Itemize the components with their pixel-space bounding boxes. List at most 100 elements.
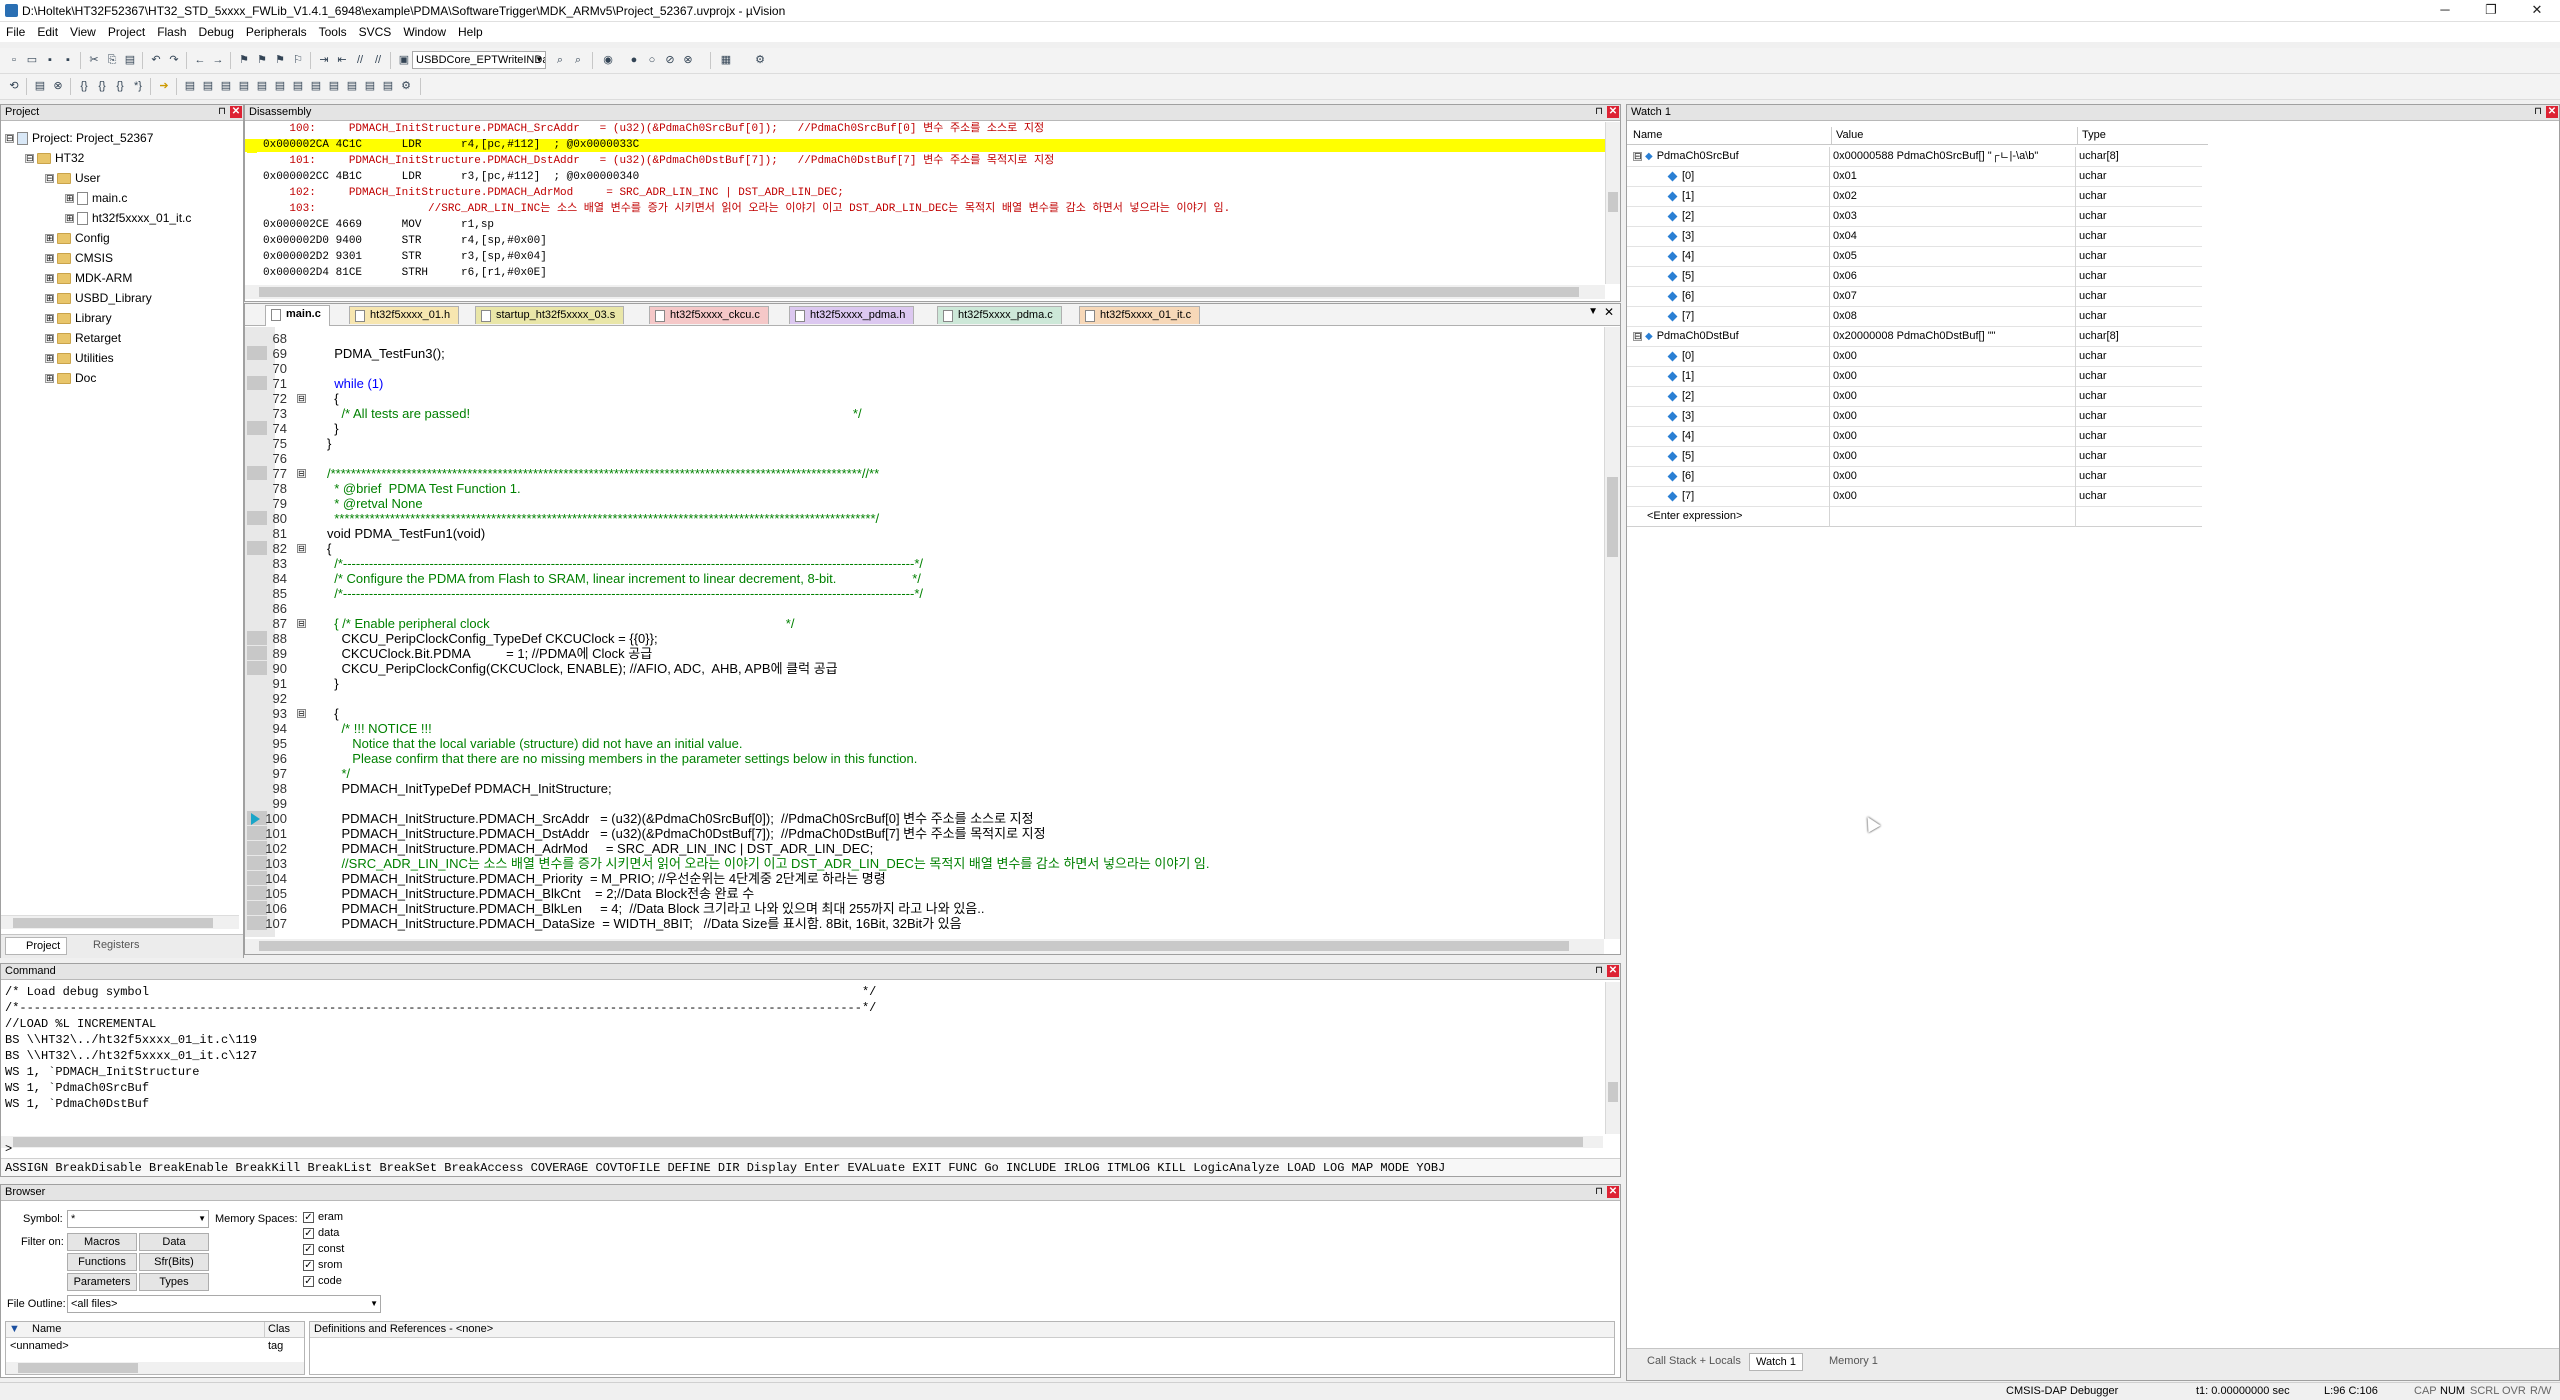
watch-enter-expression-row[interactable]: <Enter expression> <box>1627 507 2202 527</box>
tree-item[interactable]: ⊟ HT32 <box>25 149 84 167</box>
cut-icon[interactable]: ✂ <box>86 52 102 68</box>
disassembly-window-icon[interactable]: ▤ <box>200 78 216 94</box>
watch-value[interactable]: 0x00 <box>1833 347 2073 367</box>
filter-data-button[interactable]: Data <box>139 1233 209 1251</box>
watch-value[interactable]: 0x08 <box>1833 307 2073 327</box>
analysis-window-icon[interactable]: ▤ <box>326 78 342 94</box>
watch-row[interactable]: [5] 0x00 uchar <box>1627 447 2202 467</box>
watch-value[interactable]: 0x07 <box>1833 287 2073 307</box>
fold-toggle-icon[interactable]: ⊟ <box>297 709 306 718</box>
pin-icon[interactable]: ⊓ <box>2532 106 2544 118</box>
close-icon[interactable]: ✕ <box>1607 965 1619 977</box>
disassembly-line[interactable]: 0x000002D4 81CE STRH r6,[r1,#0x0E] <box>245 267 1605 280</box>
close-icon[interactable]: ✕ <box>1607 1186 1619 1198</box>
watch-row[interactable]: [0] 0x00 uchar <box>1627 347 2202 367</box>
incremental-find-icon[interactable]: ⌕ <box>570 52 586 68</box>
disassembly-line[interactable]: 0x000002D2 9301 STR r3,[sp,#0x04] <box>245 251 1605 264</box>
tree-item[interactable]: ⊞ USBD_Library <box>45 289 152 307</box>
save-all-icon[interactable]: ▪ <box>60 52 76 68</box>
close-icon[interactable]: ✕ <box>1607 106 1619 118</box>
tab-list-icon[interactable]: ▼ <box>1588 306 1598 317</box>
col-type[interactable]: Type <box>2077 127 2106 144</box>
editor-tab[interactable]: ht32f5xxxx_pdma.c <box>937 306 1062 324</box>
undo-icon[interactable]: ↶ <box>148 52 164 68</box>
symbol-combobox[interactable]: * ▼ <box>67 1210 209 1228</box>
tree-item[interactable]: ⊞ Retarget <box>45 329 121 347</box>
tab-call-stack-locals[interactable]: Call Stack + Locals <box>1629 1353 1747 1371</box>
enter-expression[interactable]: <Enter expression> <box>1647 507 1827 527</box>
collapse-icon[interactable]: ⊟ <box>1633 151 1642 161</box>
watch-row[interactable]: ⊟ ◆ PdmaCh0DstBuf 0x20000008 PdmaCh0DstBuf[… <box>1627 327 2202 347</box>
disassembly-line[interactable]: 102: PDMACH_InitStructure.PDMACH_AdrMod … <box>245 187 1605 200</box>
pin-icon[interactable]: ⊓ <box>1593 1186 1605 1198</box>
find-in-files-icon[interactable]: ▣ <box>396 52 412 68</box>
watch-row[interactable]: [4] 0x05 uchar <box>1627 247 2202 267</box>
new-file-icon[interactable]: ▫ <box>6 52 22 68</box>
checkbox-checked-icon[interactable]: ✓ <box>303 1227 314 1239</box>
tree-item[interactable]: ⊞ CMSIS <box>45 249 113 267</box>
bookmark-prev-icon[interactable]: ⚑ <box>254 52 270 68</box>
file-outline-combobox[interactable]: <all files> ▼ <box>67 1295 381 1313</box>
menu-view[interactable]: View <box>64 22 102 39</box>
expand-icon[interactable]: ⊞ <box>45 254 54 264</box>
watch-value[interactable]: 0x03 <box>1833 207 2073 227</box>
watch-value[interactable]: 0x00 <box>1833 467 2073 487</box>
fold-toggle-icon[interactable]: ⊟ <box>297 469 306 478</box>
registers-window-icon[interactable]: ▤ <box>236 78 252 94</box>
filter-parameters-button[interactable]: Parameters <box>67 1273 137 1291</box>
col-name[interactable]: Name <box>1633 127 1662 144</box>
symbols-window-icon[interactable]: ▤ <box>218 78 234 94</box>
watch-value[interactable]: 0x05 <box>1833 247 2073 267</box>
pin-icon[interactable]: ⊓ <box>1593 965 1605 977</box>
watch-value[interactable]: 0x00 <box>1833 367 2073 387</box>
watch-row[interactable]: [2] 0x03 uchar <box>1627 207 2202 227</box>
expand-icon[interactable]: ⊞ <box>65 214 74 224</box>
paste-icon[interactable]: ▤ <box>122 52 138 68</box>
find-icon[interactable]: ⌕ <box>552 52 568 68</box>
project-hscrollbar[interactable] <box>1 915 239 929</box>
run-icon[interactable]: ▤ <box>32 78 48 94</box>
show-next-statement-icon[interactable]: ➔ <box>156 78 172 94</box>
expand-icon[interactable]: ⊟ <box>5 134 14 144</box>
disassembly-listing[interactable]: 100: PDMACH_InitStructure.PDMACH_SrcAddr… <box>245 122 1605 284</box>
editor-tab[interactable]: startup_ht32f5xxxx_03.s <box>475 306 625 324</box>
watch-row[interactable]: [6] 0x07 uchar <box>1627 287 2202 307</box>
editor-tab[interactable]: ht32f5xxxx_pdma.h <box>789 306 915 324</box>
nav-back-icon[interactable]: ← <box>192 52 208 68</box>
watch-row[interactable]: [0] 0x01 uchar <box>1627 167 2202 187</box>
watch-row[interactable]: [3] 0x04 uchar <box>1627 227 2202 247</box>
watch-row[interactable]: [3] 0x00 uchar <box>1627 407 2202 427</box>
disassembly-line[interactable]: 101: PDMACH_InitStructure.PDMACH_DstAddr… <box>245 155 1605 168</box>
menu-edit[interactable]: Edit <box>31 22 64 39</box>
unindent-icon[interactable]: ⇤ <box>334 52 350 68</box>
memory-space-checkbox[interactable]: ✓ srom <box>303 1259 342 1271</box>
editor-vscrollbar[interactable] <box>1604 327 1620 939</box>
expand-icon[interactable]: ⊞ <box>45 314 54 324</box>
debug-settings-icon[interactable]: ⚙ <box>398 78 414 94</box>
code-editor[interactable]: 68 69 PDMA_TestFun3(); 70 71 while (1) 72 ⊟ {… <box>245 331 1603 937</box>
watch-value[interactable]: 0x06 <box>1833 267 2073 287</box>
trace-window-icon[interactable]: ▤ <box>344 78 360 94</box>
tree-item[interactable]: ⊟ User <box>45 169 100 187</box>
symbol-list-hscrollbar[interactable] <box>6 1362 304 1374</box>
indent-icon[interactable]: ⇥ <box>316 52 332 68</box>
watch-row[interactable]: ⊟ ◆ PdmaCh0SrcBuf 0x00000588 PdmaCh0SrcBuf[… <box>1627 147 2202 167</box>
toolbox-icon[interactable]: ▤ <box>380 78 396 94</box>
editor-tab[interactable]: ht32f5xxxx_01.h <box>349 306 460 324</box>
step-into-icon[interactable]: {} <box>76 78 92 94</box>
fold-toggle-icon[interactable]: ⊟ <box>297 619 306 628</box>
expand-icon[interactable]: ⊞ <box>45 274 54 284</box>
watch-value[interactable]: 0x04 <box>1833 227 2073 247</box>
restore-button[interactable]: ❐ <box>2468 0 2514 22</box>
memory-window-icon[interactable]: ▤ <box>290 78 306 94</box>
save-icon[interactable]: ▪ <box>42 52 58 68</box>
watch-value[interactable]: 0x00 <box>1833 387 2073 407</box>
bookmark-clear-icon[interactable]: ⚐ <box>290 52 306 68</box>
watch-value[interactable]: 0x00000588 PdmaCh0SrcBuf[] "┌ㄴ|-\a\b" <box>1833 147 2073 167</box>
uncomment-icon[interactable]: // <box>370 52 386 68</box>
close-icon[interactable]: ✕ <box>2546 106 2558 118</box>
watch-row[interactable]: [7] 0x00 uchar <box>1627 487 2202 507</box>
collapse-icon[interactable]: ⊟ <box>1633 331 1642 341</box>
watch-row[interactable]: [1] 0x00 uchar <box>1627 367 2202 387</box>
step-out-icon[interactable]: {} <box>112 78 128 94</box>
